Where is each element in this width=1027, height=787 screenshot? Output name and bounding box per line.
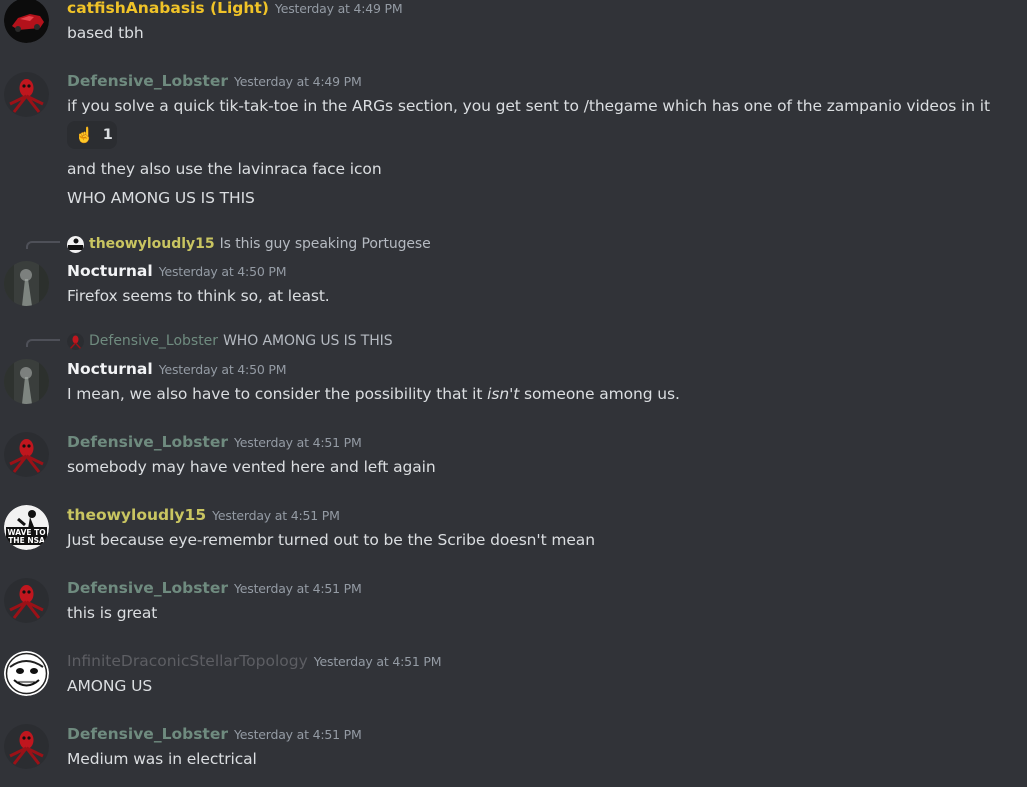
message: Defensive_Lobster Yesterday at 4:51 PM so… (0, 431, 1027, 491)
pointing-up-emoji: ☝️ (75, 126, 94, 144)
reply-reference[interactable]: theowyloudly15 Is this guy speaking Port… (67, 235, 431, 253)
message: InfiniteDraconicStellarTopology Yesterday… (0, 650, 1027, 710)
timestamp: Yesterday at 4:50 PM (158, 264, 287, 279)
reply-text: Is this guy speaking Portugese (219, 236, 431, 252)
timestamp: Yesterday at 4:50 PM (158, 362, 287, 377)
message: Defensive_Lobster WHO AMONG US IS THIS N… (0, 328, 1027, 418)
username[interactable]: theowyloudly15 (67, 506, 206, 524)
chat-message-list: catfishAnabasis (Light) Yesterday at 4:49… (0, 0, 1027, 787)
timestamp: Yesterday at 4:51 PM (234, 727, 362, 742)
message-header: theowyloudly15 Yesterday at 4:51 PM (67, 505, 340, 525)
red-lobster-avatar (67, 332, 84, 350)
username[interactable]: Defensive_Lobster (67, 579, 228, 597)
reply-reference[interactable]: Defensive_Lobster WHO AMONG US IS THIS (67, 332, 393, 350)
red-lobster-avatar[interactable] (4, 72, 49, 117)
red-lobster-avatar[interactable] (4, 724, 49, 769)
forest-path-avatar[interactable] (4, 261, 49, 306)
cartoon-face-avatar[interactable] (4, 651, 49, 696)
message: Defensive_Lobster Yesterday at 4:51 PM th… (0, 577, 1027, 637)
avatar-text: THE NSA (8, 536, 45, 545)
reply-username[interactable]: theowyloudly15 (89, 235, 215, 253)
message-text: AMONG US (67, 677, 153, 695)
message-text-part: someone among us. (519, 385, 680, 403)
message: WAVE TO THE NSA theowyloudly15 Yesterday … (0, 504, 1027, 564)
wave-to-the-nsa-avatar[interactable]: WAVE TO THE NSA (4, 505, 49, 550)
reaction-button[interactable]: ☝️ 1 (67, 121, 117, 149)
message-header: Defensive_Lobster Yesterday at 4:51 PM (67, 578, 362, 598)
emphasized-text: isn't (487, 385, 520, 403)
message-header: Defensive_Lobster Yesterday at 4:49 PM (67, 71, 362, 91)
message-header: Nocturnal Yesterday at 4:50 PM (67, 261, 286, 281)
message-text: WHO AMONG US IS THIS (67, 189, 255, 207)
message-header: Defensive_Lobster Yesterday at 4:51 PM (67, 432, 362, 452)
message-text: and they also use the lavinraca face ico… (67, 160, 382, 178)
forest-path-avatar[interactable] (4, 359, 49, 404)
message-text: somebody may have vented here and left a… (67, 458, 436, 476)
wave-to-the-nsa-avatar (67, 235, 84, 253)
timestamp: Yesterday at 4:51 PM (234, 435, 362, 450)
username[interactable]: Nocturnal (67, 262, 153, 280)
timestamp: Yesterday at 4:51 PM (313, 654, 442, 669)
message-text: Firefox seems to think so, at least. (67, 287, 330, 305)
message-text: based tbh (67, 24, 144, 42)
timestamp: Yesterday at 4:51 PM (212, 508, 340, 523)
reply-text: WHO AMONG US IS THIS (223, 333, 393, 349)
message-text: this is great (67, 604, 158, 622)
username[interactable]: catfishAnabasis (Light) (67, 0, 269, 17)
red-lobster-avatar[interactable] (4, 578, 49, 623)
timestamp: Yesterday at 4:49 PM (274, 1, 403, 16)
message-text: Medium was in electrical (67, 750, 257, 768)
timestamp: Yesterday at 4:51 PM (234, 581, 362, 596)
username[interactable]: Nocturnal (67, 360, 153, 378)
message-text: if you solve a quick tik-tak-toe in the … (67, 97, 990, 115)
message-text: Just because eye-remembr turned out to b… (67, 531, 595, 549)
message-header: catfishAnabasis (Light) Yesterday at 4:49… (67, 0, 403, 18)
message: catfishAnabasis (Light) Yesterday at 4:49… (0, 0, 1027, 50)
red-lobster-avatar[interactable] (4, 432, 49, 477)
username[interactable]: InfiniteDraconicStellarTopology (67, 652, 308, 670)
username[interactable]: Defensive_Lobster (67, 433, 228, 451)
message-header: InfiniteDraconicStellarTopology Yesterday… (67, 651, 442, 671)
reply-connector (26, 241, 60, 249)
reaction-count: 1 (102, 127, 113, 143)
message-header: Defensive_Lobster Yesterday at 4:51 PM (67, 724, 362, 744)
reply-username[interactable]: Defensive_Lobster (89, 332, 218, 350)
message-text-part: I mean, we also have to consider the pos… (67, 385, 488, 403)
message-text: I mean, we also have to consider the pos… (67, 384, 680, 404)
message: Defensive_Lobster Yesterday at 4:51 PM Me… (0, 723, 1027, 783)
message: Defensive_Lobster Yesterday at 4:49 PM if… (0, 70, 1027, 220)
message: theowyloudly15 Is this guy speaking Port… (0, 230, 1027, 320)
username[interactable]: Defensive_Lobster (67, 72, 228, 90)
timestamp: Yesterday at 4:49 PM (234, 74, 362, 89)
red-car-avatar[interactable] (4, 0, 49, 43)
message-header: Nocturnal Yesterday at 4:50 PM (67, 359, 286, 379)
reply-connector (26, 339, 60, 347)
username[interactable]: Defensive_Lobster (67, 725, 228, 743)
